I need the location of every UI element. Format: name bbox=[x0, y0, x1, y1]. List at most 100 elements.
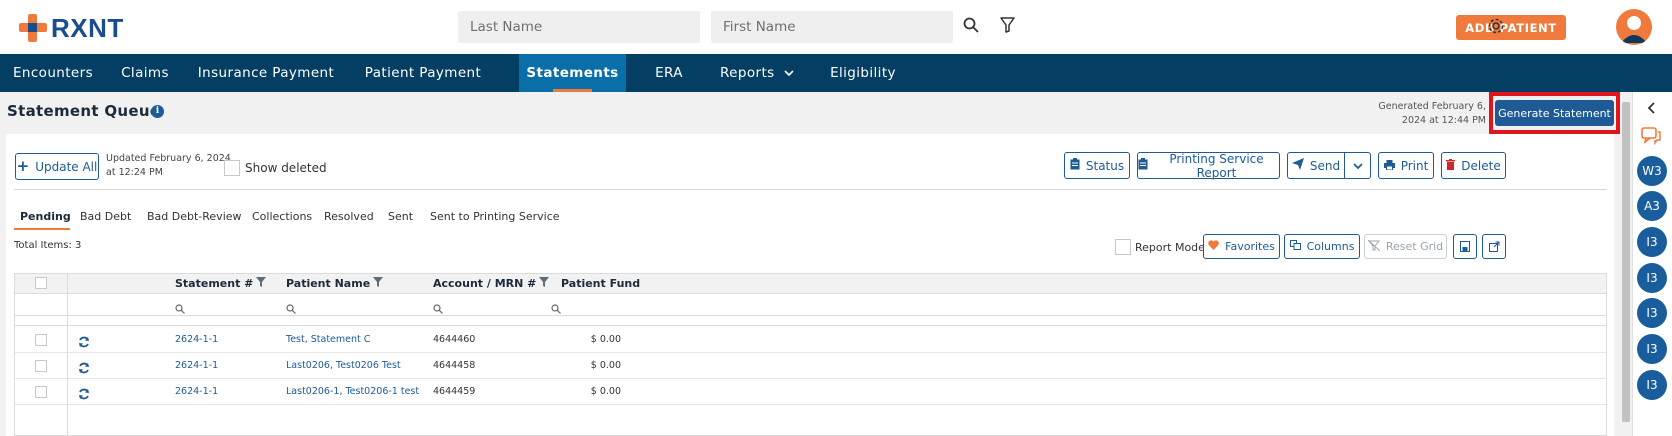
grid-header-row: Statement # Patient Name Account / MRN #… bbox=[15, 274, 1606, 294]
tab-sent-to-printing-service[interactable]: Sent to Printing Service bbox=[430, 210, 560, 223]
statement-queue-page: Statement Queue i Generated February 6, … bbox=[0, 92, 1632, 436]
send-button[interactable]: Send bbox=[1287, 152, 1345, 179]
active-tab-indicator bbox=[14, 228, 70, 230]
generated-timestamp: Generated February 6, 2024 at 12:44 PM bbox=[1378, 100, 1486, 128]
rail-badge-i3[interactable]: I3 bbox=[1637, 227, 1667, 257]
filter-icon[interactable] bbox=[256, 277, 267, 290]
table-row[interactable]: 2624-1-1 Test, Statement C 4644460 $ 0.0… bbox=[15, 327, 1606, 353]
filter-icon[interactable] bbox=[373, 277, 384, 290]
rail-badge-w3[interactable]: W3 bbox=[1637, 156, 1667, 186]
columns-icon bbox=[1289, 240, 1301, 253]
show-deleted-checkbox[interactable] bbox=[224, 160, 240, 176]
cell-patient-name[interactable]: Last0206, Test0206 Test bbox=[286, 360, 401, 371]
chevron-left-icon[interactable] bbox=[1647, 99, 1657, 118]
add-patient-button[interactable]: ADD PATIENT bbox=[1456, 15, 1566, 40]
filter-icon[interactable] bbox=[996, 14, 1018, 36]
user-avatar[interactable] bbox=[1616, 9, 1652, 45]
gear-icon[interactable] bbox=[1485, 15, 1507, 37]
total-items: Total Items: 3 bbox=[14, 240, 82, 251]
refresh-icon[interactable] bbox=[78, 333, 90, 352]
plus-icon: + bbox=[16, 157, 30, 175]
tab-bad-debt-review[interactable]: Bad Debt-Review bbox=[147, 210, 242, 223]
grid-filter-row bbox=[15, 294, 1606, 316]
header-patient-fund[interactable]: Patient Fund bbox=[561, 277, 640, 290]
scrollbar-thumb[interactable] bbox=[1622, 102, 1630, 422]
chevron-down-icon[interactable] bbox=[782, 54, 796, 92]
tab-resolved[interactable]: Resolved bbox=[324, 210, 374, 223]
nav-era[interactable]: ERA bbox=[640, 54, 698, 92]
first-name-input[interactable] bbox=[711, 11, 953, 43]
nav-reports[interactable]: Reports bbox=[708, 54, 786, 92]
row-checkbox[interactable] bbox=[35, 334, 47, 346]
cell-account: 4644459 bbox=[433, 386, 476, 397]
report-mode-checkbox[interactable] bbox=[1115, 239, 1131, 255]
row-checkbox[interactable] bbox=[35, 360, 47, 372]
columns-button[interactable]: Columns bbox=[1284, 234, 1360, 259]
table-row[interactable]: 2624-1-1 Last0206-1, Test0206-1 test 464… bbox=[15, 379, 1606, 405]
refresh-icon[interactable] bbox=[78, 359, 90, 378]
save-grid-icon[interactable] bbox=[1453, 234, 1477, 259]
info-icon[interactable]: i bbox=[151, 105, 164, 118]
nav-claims[interactable]: Claims bbox=[106, 54, 184, 92]
rxnt-cross-icon bbox=[19, 14, 47, 42]
last-name-input[interactable] bbox=[458, 11, 700, 43]
printing-service-report-label: Printing Service Report bbox=[1169, 151, 1264, 180]
nav-encounters[interactable]: Encounters bbox=[0, 54, 106, 92]
print-button[interactable]: Print bbox=[1378, 152, 1434, 179]
cell-statement[interactable]: 2624-1-1 bbox=[175, 386, 218, 397]
nav-statements[interactable]: Statements bbox=[519, 54, 626, 92]
filter-off-icon bbox=[1367, 239, 1381, 254]
send-dropdown-button[interactable] bbox=[1344, 152, 1371, 179]
generated-line-1: Generated February 6, bbox=[1378, 101, 1486, 112]
search-icon[interactable] bbox=[960, 14, 982, 36]
tab-collections[interactable]: Collections bbox=[252, 210, 312, 223]
refresh-icon[interactable] bbox=[78, 385, 90, 404]
generated-line-2: 2024 at 12:44 PM bbox=[1401, 115, 1486, 126]
nav-eligibility[interactable]: Eligibility bbox=[818, 54, 908, 92]
nav-patient-payment[interactable]: Patient Payment bbox=[348, 54, 498, 92]
rail-badge-i3[interactable]: I3 bbox=[1637, 334, 1667, 364]
delete-button[interactable]: Delete bbox=[1441, 152, 1506, 179]
update-all-button[interactable]: + Update All bbox=[15, 153, 99, 180]
page-title: Statement Queue bbox=[7, 102, 161, 120]
header-patient-name[interactable]: Patient Name bbox=[286, 277, 384, 290]
rail-badge-i3[interactable]: I3 bbox=[1637, 370, 1667, 400]
tab-pending[interactable]: Pending bbox=[20, 210, 71, 223]
cell-patient-name[interactable]: Last0206-1, Test0206-1 test bbox=[286, 386, 419, 397]
generate-statement-button[interactable]: Generate Statement bbox=[1495, 100, 1614, 126]
printing-service-report-button[interactable]: Printing Service Report bbox=[1137, 151, 1280, 180]
updated-line-1: Updated February 6, 2024 bbox=[106, 153, 231, 164]
rail-badge-a3[interactable]: A3 bbox=[1637, 191, 1667, 221]
header-account-mrn[interactable]: Account / MRN # bbox=[433, 277, 550, 290]
heart-icon bbox=[1208, 240, 1219, 253]
chat-icon[interactable] bbox=[1641, 127, 1661, 149]
cell-patient-name[interactable]: Test, Statement C bbox=[286, 334, 370, 345]
cell-statement[interactable]: 2624-1-1 bbox=[175, 360, 218, 371]
nav-reports-label: Reports bbox=[720, 65, 775, 81]
logo[interactable]: RXNT bbox=[19, 12, 139, 44]
header-statement[interactable]: Statement # bbox=[175, 277, 267, 290]
updated-line-2: at 12:24 PM bbox=[106, 167, 163, 178]
filter-icon[interactable] bbox=[539, 277, 550, 290]
nav-insurance-payment[interactable]: Insurance Payment bbox=[184, 54, 348, 92]
table-row[interactable]: 2624-1-1 Last0206, Test0206 Test 4644458… bbox=[15, 353, 1606, 379]
row-checkbox[interactable] bbox=[35, 386, 47, 398]
toolbar-divider bbox=[14, 189, 1607, 190]
header-patient-fund-label: Patient Fund bbox=[561, 277, 641, 290]
tab-sent[interactable]: Sent bbox=[388, 210, 413, 223]
rail-badge-i3[interactable]: I3 bbox=[1637, 298, 1667, 328]
cell-patient-fund: $ 0.00 bbox=[590, 334, 621, 345]
cell-account: 4644460 bbox=[433, 334, 476, 345]
select-all-checkbox[interactable] bbox=[35, 277, 47, 289]
app-window: RXNT ADD PATIENT Encounters Claims Insur… bbox=[0, 0, 1672, 436]
cell-statement[interactable]: 2624-1-1 bbox=[175, 334, 218, 345]
rail-badge-i3[interactable]: I3 bbox=[1637, 263, 1667, 293]
trash-icon bbox=[1446, 158, 1456, 173]
reset-grid-button[interactable]: Reset Grid bbox=[1364, 234, 1447, 259]
reset-grid-label: Reset Grid bbox=[1385, 240, 1444, 253]
report-mode-label: Report Mode bbox=[1135, 241, 1205, 254]
favorites-button[interactable]: Favorites bbox=[1203, 234, 1280, 259]
export-icon[interactable] bbox=[1482, 234, 1506, 259]
tab-bad-debt[interactable]: Bad Debt bbox=[80, 210, 131, 223]
status-button[interactable]: Status bbox=[1064, 152, 1130, 179]
